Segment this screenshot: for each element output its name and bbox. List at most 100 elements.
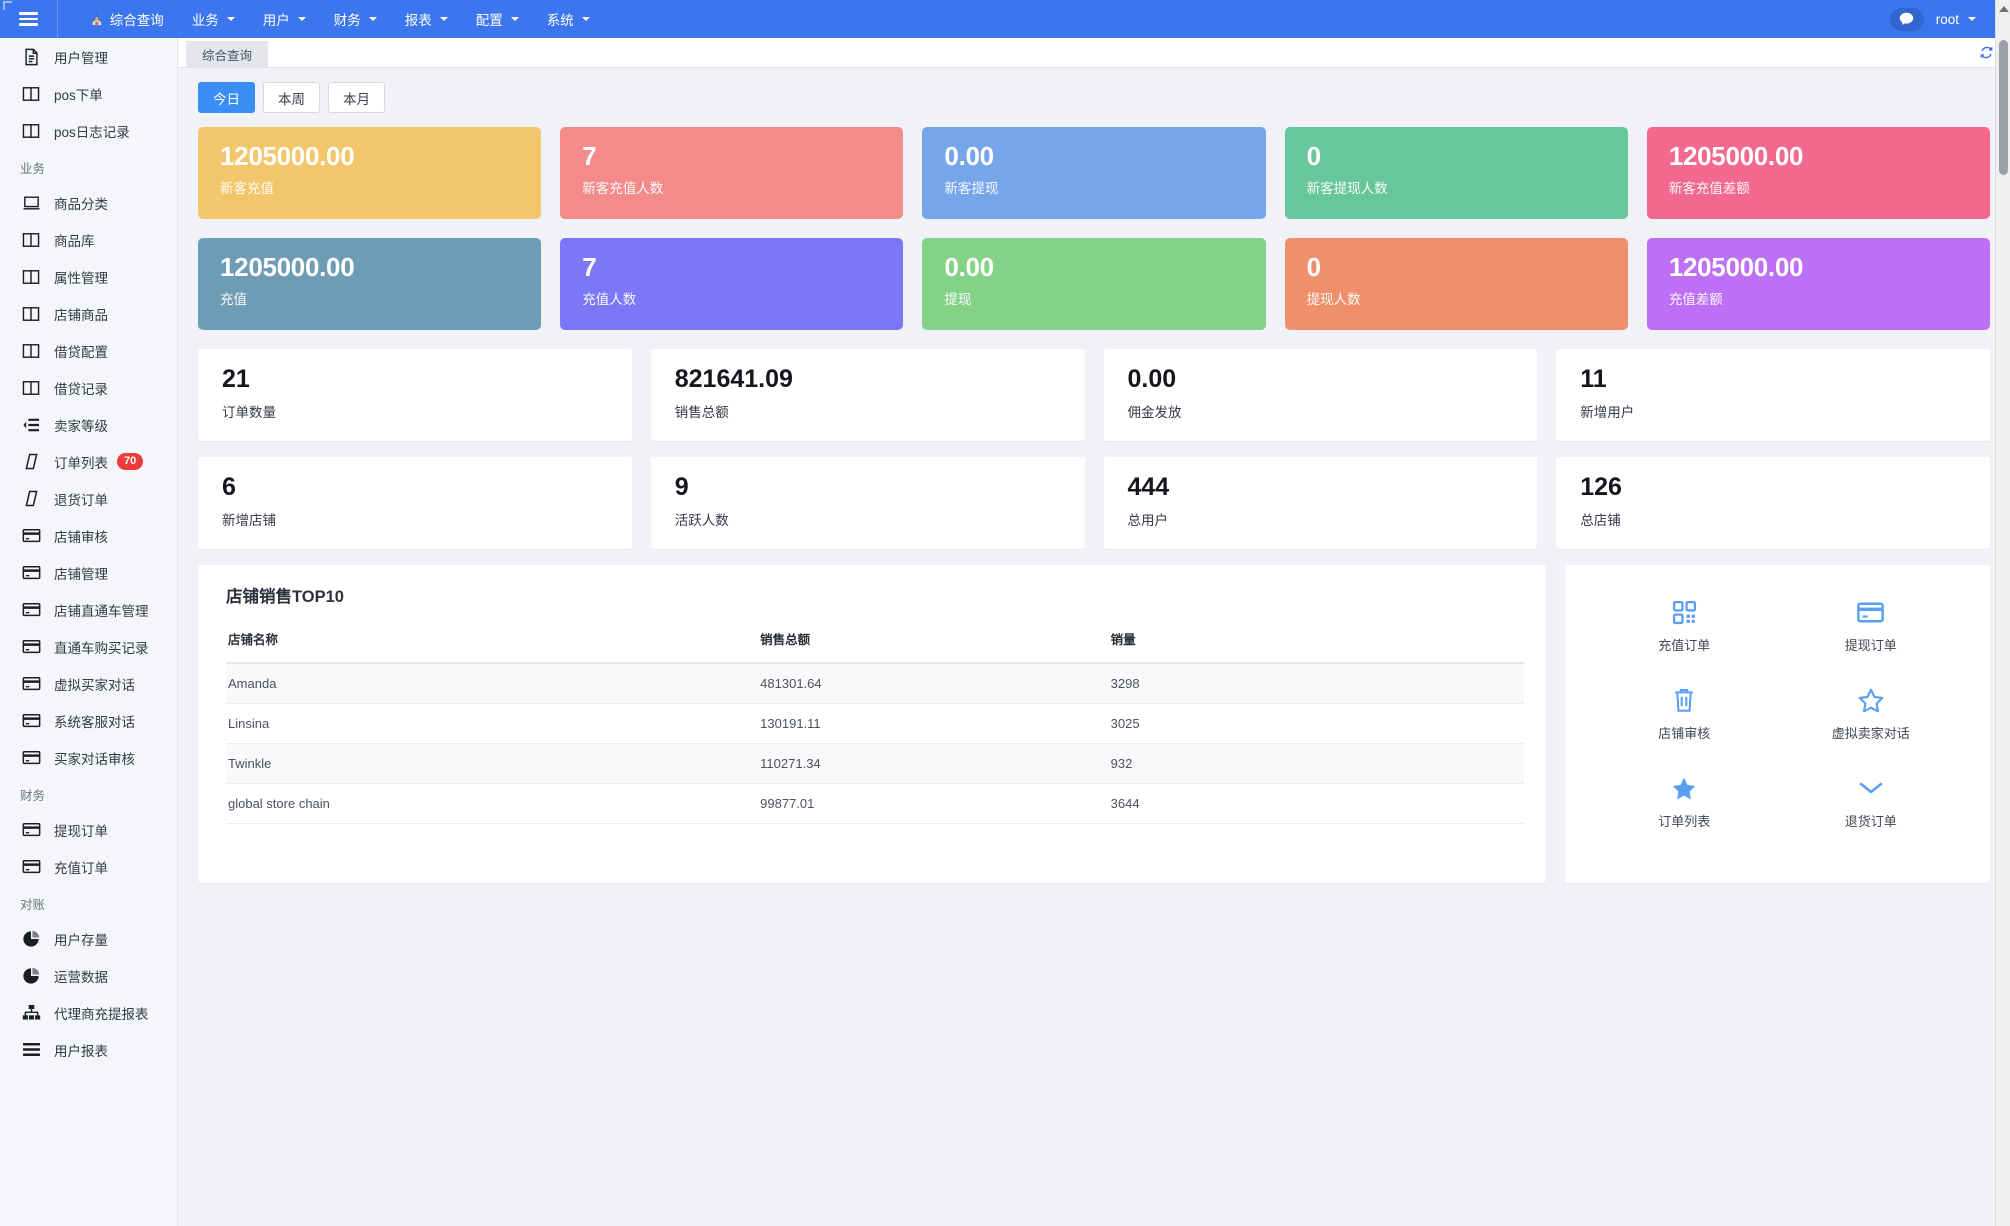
scrollbar-thumb[interactable]: [1999, 40, 2008, 175]
sidebar-item-1[interactable]: pos下单: [0, 75, 177, 112]
sidebar-item-27[interactable]: 用户报表: [0, 1031, 177, 1068]
nav-link-2[interactable]: 用户: [249, 0, 320, 38]
sidebar-item-9[interactable]: 借贷记录: [0, 369, 177, 406]
chevron-down-icon: [297, 17, 306, 21]
stat-label: 充值差额: [1668, 292, 1723, 308]
color-tiles-row-2: 1205000.00 充值 7 充值人数 0.00 提现 0 提现人数 1205000.00 充值…: [198, 238, 1991, 330]
sidebar-item-7[interactable]: 店铺商品: [0, 295, 177, 332]
credit-card-icon: [20, 564, 42, 582]
table-row[interactable]: global store chain 99877.01 3644: [226, 783, 1524, 824]
sidebar-item-2[interactable]: pos日志记录: [0, 112, 177, 149]
sidebar-item-18[interactable]: 系统客服对话: [0, 702, 177, 739]
sidebar-item-11[interactable]: 订单列表 70: [0, 443, 177, 480]
sidebar-item-8[interactable]: 借贷配置: [0, 332, 177, 369]
range-button-0[interactable]: 今日: [198, 82, 255, 113]
sidebar[interactable]: 用户管理 pos下单 pos日志记录 业务 商品分类 商品库 属性管理 店铺商品 …: [0, 38, 178, 1226]
sidebar-item-label: 用户管理: [54, 50, 108, 66]
stat-value: 0.00: [944, 141, 994, 171]
credit-card-icon: [20, 601, 42, 619]
refresh-icon[interactable]: [1979, 45, 1994, 67]
columns-icon: [20, 305, 42, 323]
nav-link-4[interactable]: 报表: [391, 0, 462, 38]
sidebar-item-15[interactable]: 店铺直通车管理: [0, 591, 177, 628]
chat-bubble-icon[interactable]: [1889, 7, 1924, 31]
sidebar-item-0[interactable]: 用户管理: [0, 38, 177, 75]
sidebar-item-5[interactable]: 商品库: [0, 221, 177, 258]
sidebar-item-6[interactable]: 属性管理: [0, 258, 177, 295]
range-button-2[interactable]: 本月: [328, 82, 385, 113]
vertical-scrollbar[interactable]: [1995, 0, 2010, 1226]
quick-link-店铺审核[interactable]: 店铺审核: [1624, 687, 1744, 775]
sidebar-item-26[interactable]: 代理商充提报表: [0, 994, 177, 1031]
table-row[interactable]: Linsina 130191.11 3025: [226, 703, 1524, 744]
sidebar-item-19[interactable]: 买家对话审核: [0, 739, 177, 776]
sidebar-group-label: 财务: [0, 776, 177, 811]
credit-card-icon: [20, 675, 42, 693]
nav-link-1[interactable]: 业务: [178, 0, 249, 38]
quick-link-充值订单[interactable]: 充值订单: [1624, 599, 1744, 687]
sidebar-item-21[interactable]: 提现订单: [0, 811, 177, 848]
nav-link-0[interactable]: ⛪ 综合查询: [76, 0, 178, 38]
nav-link-label: 综合查询: [109, 13, 164, 28]
stat-tile-新客充值差额: 1205000.00 新客充值差额: [1646, 127, 1991, 219]
nav-link-label: 财务: [333, 13, 361, 28]
stat-value: 7: [582, 252, 597, 282]
table-row[interactable]: Twinkle 110271.34 932: [226, 743, 1524, 784]
stat-label: 订单数量: [222, 405, 276, 420]
quick-link-订单列表[interactable]: 订单列表: [1624, 775, 1744, 863]
cell-total-sales: 481301.64: [758, 663, 1109, 704]
indent-list-icon: [20, 416, 42, 434]
nav-link-3[interactable]: 财务: [320, 0, 391, 38]
sidebar-item-label: 卖家等级: [54, 418, 108, 434]
quick-link-label: 订单列表: [1658, 814, 1711, 829]
desktop-icon: [20, 194, 42, 212]
quick-link-label: 退货订单: [1844, 814, 1897, 829]
stat-card-新增店铺: 6 新增店铺: [198, 457, 632, 549]
sidebar-item-14[interactable]: 店铺管理: [0, 554, 177, 591]
quick-link-退货订单[interactable]: 退货订单: [1811, 775, 1931, 863]
scroll-up-arrow-icon[interactable]: [1999, 6, 2009, 12]
quick-link-label: 提现订单: [1844, 638, 1897, 653]
column-header-total-sales: 销售总额: [758, 629, 1109, 664]
top10-panel: 店铺销售TOP10 店铺名称 销售总额 销量 Amanda 481301.64 32…: [198, 565, 1546, 883]
sidebar-item-10[interactable]: 卖家等级: [0, 406, 177, 443]
sidebar-item-label: 订单列表: [54, 455, 108, 471]
stat-value: 444: [1127, 473, 1170, 501]
sidebar-item-17[interactable]: 虚拟买家对话: [0, 665, 177, 702]
sidebar-item-label: 买家对话审核: [54, 751, 135, 767]
stat-card-佣金发放: 0.00 佣金发放: [1103, 349, 1538, 441]
user-menu[interactable]: root: [1928, 0, 1984, 38]
cell-store-name: Amanda: [226, 663, 759, 704]
stat-value: 0: [1306, 252, 1321, 282]
stat-value: 126: [1580, 473, 1622, 501]
star-outline-icon: [1858, 687, 1884, 713]
sidebar-item-22[interactable]: 充值订单: [0, 848, 177, 885]
sidebar-item-label: 店铺审核: [54, 529, 108, 545]
status-badge: 70: [117, 453, 144, 470]
tab-zonghe-chaxun[interactable]: 综合查询: [186, 41, 269, 67]
sidebar-item-24[interactable]: 用户存量: [0, 920, 177, 957]
credit-card-icon: [20, 638, 42, 656]
date-range-buttons: 今日 本周 本月: [198, 82, 1990, 113]
nav-link-5[interactable]: 配置: [462, 0, 533, 38]
sitemap-icon: [20, 1004, 42, 1022]
cell-store-name: Linsina: [226, 703, 759, 744]
sidebar-item-13[interactable]: 店铺审核: [0, 517, 177, 554]
columns-icon: [20, 268, 42, 286]
cell-store-name: Twinkle: [226, 743, 759, 784]
nav-link-6[interactable]: 系统: [533, 0, 604, 38]
quick-link-提现订单[interactable]: 提现订单: [1811, 599, 1931, 687]
sidebar-item-25[interactable]: 运营数据: [0, 957, 177, 994]
document-icon: [20, 48, 42, 66]
pie-chart-icon: [20, 967, 42, 985]
sidebar-item-label: 系统客服对话: [54, 714, 135, 730]
sidebar-item-12[interactable]: 退货订单: [0, 480, 177, 517]
sidebar-item-4[interactable]: 商品分类: [0, 184, 177, 221]
quick-link-虚拟卖家对话[interactable]: 虚拟卖家对话: [1811, 687, 1931, 775]
nav-link-label: 业务: [191, 13, 219, 28]
table-row[interactable]: Amanda 481301.64 3298: [226, 663, 1524, 704]
sidebar-item-16[interactable]: 直通车购买记录: [0, 628, 177, 665]
range-button-1[interactable]: 本周: [263, 82, 320, 113]
quick-links-panel: 充值订单 提现订单 店铺审核 虚拟卖家对话 订单列表 退货订单: [1565, 565, 1990, 883]
stat-label: 新增用户: [1580, 405, 1635, 420]
